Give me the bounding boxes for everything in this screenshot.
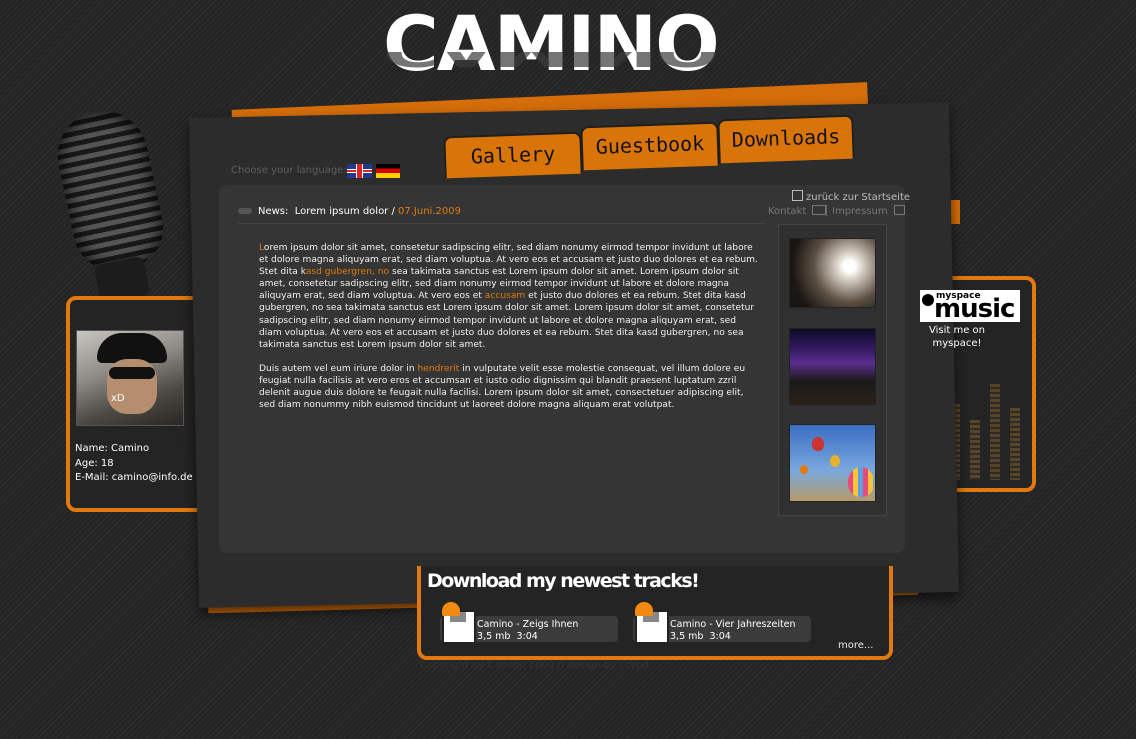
copyright: Copyright by Camino 2009 // design by Cr…	[420, 660, 649, 671]
gallery-thumbnails	[778, 224, 887, 516]
stage-lights-thumbnail[interactable]	[789, 328, 876, 405]
myspace-logo-big: music	[934, 294, 1015, 322]
site-logo[interactable]: Camino	[383, 4, 723, 84]
news-bullet-icon	[238, 208, 252, 214]
news-label: News:	[258, 206, 289, 217]
home-icon	[792, 190, 803, 201]
news-header: News: Lorem ipsum dolor / 07.Juni.2009	[238, 206, 461, 217]
track-meta: 3,5 mb 3:04	[670, 631, 731, 642]
avatar-caption: xD	[111, 393, 125, 404]
news-date: 07.Juni.2009	[398, 206, 461, 217]
toplinks-divider	[826, 205, 827, 216]
divider	[238, 223, 766, 224]
envelope-icon	[812, 205, 827, 215]
tab-gallery[interactable]: Gallery	[443, 131, 583, 179]
article-body: Lorem ipsum dolor sit amet, consetetur s…	[259, 242, 761, 423]
balloon-shape	[800, 465, 808, 474]
avatar-glasses	[109, 367, 155, 379]
floppy-download-icon	[442, 602, 476, 644]
profile-age: Age: 18	[75, 458, 114, 469]
myspace-link[interactable]: Visit me on myspace!	[920, 324, 994, 350]
avatar: xD	[76, 330, 184, 426]
kontakt-label: Kontakt	[768, 206, 807, 217]
track-item[interactable]: Camino - Vier Jahreszeiten 3,5 mb 3:04	[633, 602, 811, 644]
balloon-shape	[812, 437, 824, 451]
article-paragraph: Lorem ipsum dolor sit amet, consetetur s…	[259, 242, 761, 351]
inline-link[interactable]: hendrerit	[417, 364, 459, 374]
myspace-people-icon	[922, 294, 934, 306]
flag-de-icon[interactable]	[376, 164, 400, 178]
tab-guestbook[interactable]: Guestbook	[580, 121, 720, 171]
home-link-label: zurück zur Startseite	[806, 192, 911, 203]
window-icon	[893, 205, 905, 215]
article-paragraph: Duis autem vel eum iriure dolor in hendr…	[259, 363, 761, 411]
site-logo-reflection: Camino	[383, 52, 723, 72]
text: Duis autem vel eum iriure dolor in	[259, 363, 418, 374]
flag-uk-icon[interactable]	[347, 164, 372, 178]
balloon-shape	[830, 455, 840, 467]
kontakt-link[interactable]: Kontakt	[768, 205, 827, 217]
profile-email[interactable]: E-Mail: camino@info.de	[75, 472, 193, 483]
impressum-link[interactable]: Impressum	[832, 205, 905, 217]
floppy-download-icon	[635, 602, 669, 644]
track-item[interactable]: Camino - Zeigs Ihnen 3,5 mb 3:04	[440, 602, 618, 644]
news-title: Lorem ipsum dolor /	[294, 206, 395, 217]
concert-crowd-thumbnail[interactable]	[789, 238, 876, 308]
track-title: Camino - Zeigs Ihnen	[477, 619, 579, 630]
downloads-title: Download my newest tracks!	[427, 570, 700, 592]
inline-link[interactable]: asd gubergren, no	[306, 267, 389, 277]
myspace-logo[interactable]: myspace music	[920, 290, 1020, 322]
equalizer-bar	[1010, 408, 1020, 480]
balloon-shape	[848, 467, 874, 497]
equalizer-bar	[990, 384, 1000, 480]
home-link[interactable]: zurück zur Startseite	[792, 190, 910, 203]
microphone-icon	[49, 102, 171, 278]
balloons-thumbnail[interactable]	[789, 424, 876, 502]
track-meta: 3,5 mb 3:04	[477, 631, 538, 642]
profile-name: Name: Camino	[75, 443, 150, 454]
impressum-label: Impressum	[832, 206, 888, 217]
tab-downloads[interactable]: Downloads	[717, 114, 855, 164]
equalizer-bar	[970, 420, 980, 480]
language-label: Choose your language:	[231, 165, 347, 176]
track-title: Camino - Vier Jahreszeiten	[670, 619, 796, 630]
inline-link[interactable]: accusam	[485, 291, 526, 301]
more-link[interactable]: more...	[838, 640, 873, 651]
